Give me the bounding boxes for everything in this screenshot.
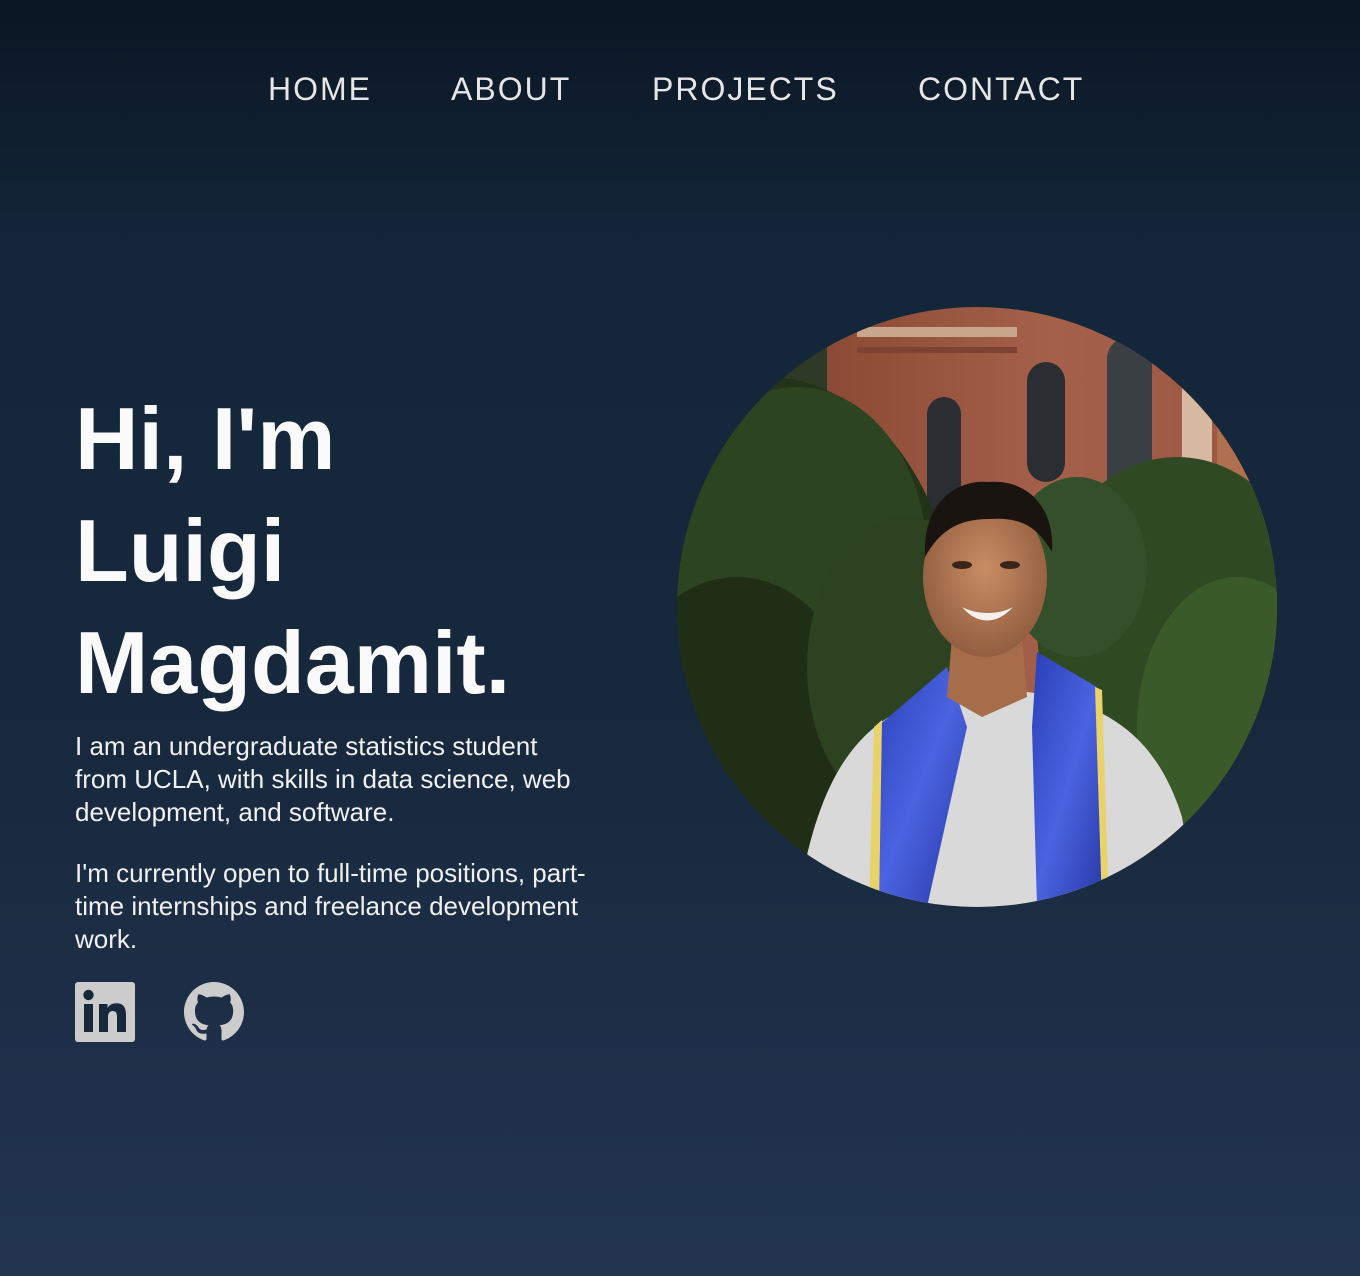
linkedin-link[interactable] — [75, 982, 135, 1042]
hero-title-line-3: Magdamit. — [75, 613, 511, 712]
social-links — [75, 982, 244, 1042]
bio: I am an undergraduate statistics student… — [75, 730, 595, 956]
nav-about-link[interactable]: ABOUT — [451, 70, 571, 108]
bio-paragraph-2: I'm currently open to full-time position… — [75, 858, 586, 954]
nav-contact-link[interactable]: CONTACT — [918, 70, 1084, 108]
hero-title-line-2: Luigi — [75, 501, 286, 600]
github-link[interactable] — [184, 982, 244, 1042]
portrait-illustration — [677, 307, 1277, 907]
nav-projects-link[interactable]: PROJECTS — [652, 70, 839, 108]
github-icon — [184, 982, 244, 1041]
linkedin-icon — [75, 982, 135, 1042]
hero-title: Hi, I'm Luigi Magdamit. — [75, 383, 635, 719]
nav-home-link[interactable]: HOME — [268, 70, 372, 108]
bio-paragraph-1: I am an undergraduate statistics student… — [75, 731, 571, 827]
hero-title-line-1: Hi, I'm — [75, 389, 336, 488]
portrait-photo — [677, 307, 1277, 907]
